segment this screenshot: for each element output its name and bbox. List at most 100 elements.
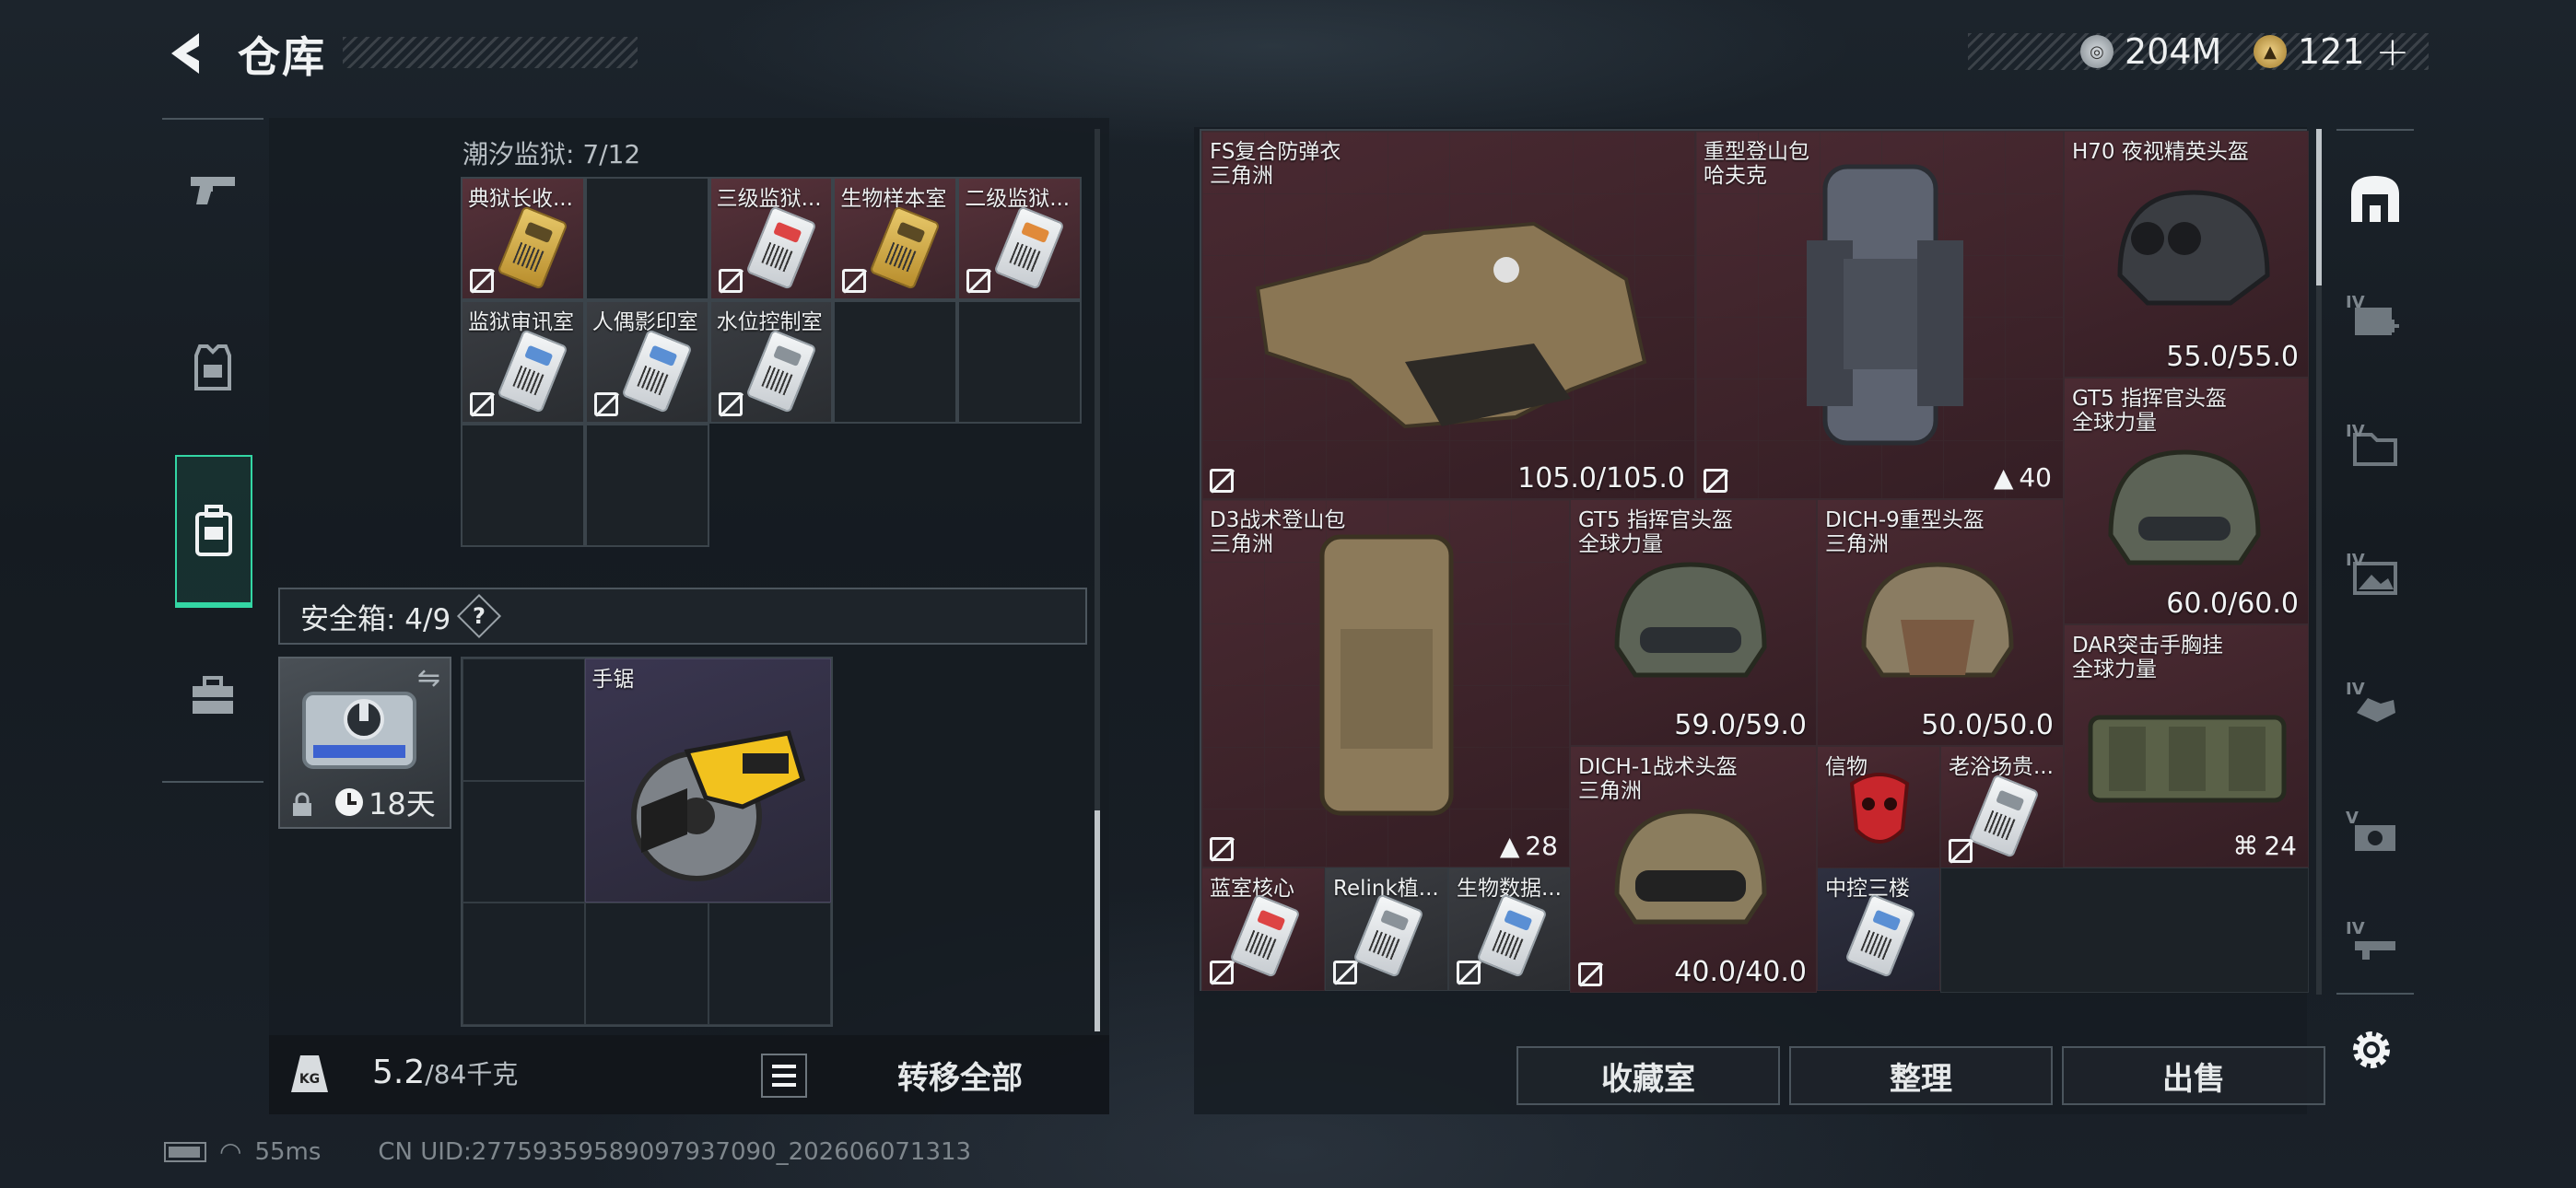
gear-iv-2-tab[interactable]: IV <box>2336 398 2414 499</box>
nav-toolbox[interactable] <box>162 632 263 761</box>
empty-slot[interactable] <box>461 424 585 547</box>
transfer-all-button[interactable]: 转移全部 <box>840 1048 1080 1101</box>
prison-item[interactable]: 水位控制室 <box>708 300 834 424</box>
weight-icon: KG <box>291 1055 328 1092</box>
gear-v-tab[interactable]: V <box>2336 785 2414 886</box>
weight-current: 5.2 <box>372 1054 426 1091</box>
backpack-item-icon <box>1807 164 1963 446</box>
item-name: 中控三楼 <box>1825 877 1910 901</box>
storage-item-keycard[interactable]: Relink植... <box>1325 868 1448 991</box>
weight-readout: 5.2/84千克 <box>372 1054 518 1091</box>
item-durability: 59.0/59.0 <box>1674 709 1807 741</box>
battery-icon <box>164 1141 206 1162</box>
nav-weapons[interactable] <box>162 125 263 254</box>
prison-item[interactable]: 人偶影印室 <box>584 300 709 424</box>
left-scroll-thumb[interactable] <box>1095 810 1100 1031</box>
capacity-icon: ▲ <box>1993 462 2014 493</box>
sell-button[interactable]: 出售 <box>2062 1046 2325 1105</box>
nav-equipment[interactable] <box>162 304 263 433</box>
prison-item[interactable]: 三级监狱... <box>708 177 834 300</box>
mask-icon <box>1849 773 1910 844</box>
item-capacity: ⌘ 24 <box>2232 831 2297 861</box>
help-button[interactable]: ? <box>457 593 502 639</box>
empty-slot[interactable] <box>463 780 586 903</box>
gear-iv-3-tab[interactable]: IV <box>2336 527 2414 628</box>
storage-item-keycard[interactable]: 中控三楼 <box>1817 868 1940 991</box>
empty-slot[interactable] <box>584 424 709 547</box>
empty-slot[interactable] <box>708 903 831 1025</box>
keycard-icon <box>993 205 1065 290</box>
storage-item-gt5-helmet[interactable]: GT5 指挥官头盔 全球力量 60.0/60.0 <box>2064 378 2309 624</box>
item-label: 生物样本室 <box>840 187 947 211</box>
silver-currency: ◎ 204M <box>2080 28 2221 76</box>
empty-slot[interactable] <box>957 300 1082 424</box>
storage-item-chest-rig[interactable]: DAR突击手胸挂 全球力量 ⌘ 24 <box>2064 624 2309 868</box>
gear-iv-4-tab[interactable]: IV <box>2336 656 2414 757</box>
storage-item-dich1-helmet[interactable]: DICH-1战术头盔 三角洲 40.0/40.0 <box>1570 746 1817 993</box>
item-durability: 55.0/55.0 <box>2166 341 2299 373</box>
bound-icon <box>1578 962 1602 986</box>
item-durability: 105.0/105.0 <box>1517 462 1685 495</box>
keycard-icon <box>497 205 568 290</box>
storage-item-heavy-backpack[interactable]: 重型登山包 哈夫克 ▲ 40 <box>1695 131 2064 499</box>
empty-slot[interactable] <box>463 658 586 781</box>
keycard-icon <box>1968 774 2040 858</box>
safe-box-container[interactable]: ⇋ 18天 <box>278 657 451 829</box>
storage-grid: FS复合防弹衣 三角洲 105.0/105.0 重型登山包 哈夫克 ▲ 40 H7… <box>1200 129 2309 993</box>
bound-icon <box>718 392 743 416</box>
status-footer: ◠ 55ms CN UID:27759359589097937090_20260… <box>164 1136 971 1167</box>
prison-item[interactable]: 监狱审讯室 <box>461 300 585 424</box>
hand-saw-item[interactable]: 手锯 <box>585 658 831 903</box>
back-arrow-icon <box>171 33 199 74</box>
settings-button[interactable] <box>2344 1022 2399 1077</box>
empty-slot[interactable] <box>1940 868 2309 993</box>
bound-icon <box>1333 961 1357 984</box>
gear-iv-1-tab[interactable]: IV <box>2336 269 2414 370</box>
storage-item-vest[interactable]: FS复合防弹衣 三角洲 105.0/105.0 <box>1201 131 1695 499</box>
empty-slot[interactable] <box>585 903 708 1025</box>
bound-icon <box>1949 839 1973 863</box>
prison-item[interactable]: 典狱长收... <box>461 177 585 300</box>
list-icon <box>772 1065 796 1068</box>
keycard-icon <box>1844 893 1916 978</box>
helmet-icon <box>2108 449 2261 565</box>
bound-icon <box>1210 837 1234 861</box>
empty-slot[interactable] <box>463 903 586 1025</box>
uid-text: CN UID:27759359589097937090_202606071313 <box>378 1137 972 1166</box>
storage-item-keycard[interactable]: 老浴场贵... <box>1940 746 2064 869</box>
storage-item-gt5-helmet[interactable]: GT5 指挥官头盔 全球力量 59.0/59.0 <box>1570 499 1817 746</box>
helmet-slot-tab[interactable] <box>2336 149 2414 250</box>
keycard-icon <box>1229 893 1301 978</box>
item-name: 蓝室核心 <box>1210 877 1294 901</box>
sort-button[interactable]: 整理 <box>1789 1046 2053 1105</box>
right-scroll-thumb[interactable] <box>2316 129 2322 285</box>
circular-saw-icon <box>631 730 806 881</box>
bound-icon <box>1210 961 1234 984</box>
storage-item-d3-backpack[interactable]: D3战术登山包 三角洲 ▲ 28 <box>1201 499 1570 868</box>
timer-text: 18天 <box>369 786 436 821</box>
swap-icon[interactable]: ⇋ <box>417 662 440 694</box>
storage-item-keycard[interactable]: 生物数据... <box>1448 868 1570 991</box>
storage-item-keycard[interactable]: 蓝室核心 <box>1201 868 1325 991</box>
empty-slot[interactable] <box>833 300 958 424</box>
storage-item-h70-helmet[interactable]: H70 夜视精英头盔 55.0/55.0 <box>2064 131 2309 378</box>
back-button[interactable] <box>162 28 214 79</box>
gear-iv-5-tab[interactable]: IV <box>2336 895 2414 996</box>
prison-item[interactable]: 生物样本室 <box>833 177 958 300</box>
prison-item[interactable]: 二级监狱... <box>957 177 1082 300</box>
gold-currency[interactable]: ▲ 121 + <box>2254 28 2409 76</box>
storage-item-token[interactable]: 信物 <box>1817 746 1940 869</box>
item-origin: 哈夫克 <box>1704 164 1767 188</box>
empty-slot[interactable] <box>584 177 709 300</box>
pistol-icon <box>191 177 235 204</box>
left-category-nav <box>162 118 263 783</box>
nav-backpack[interactable] <box>175 455 252 608</box>
list-view-button[interactable] <box>761 1054 807 1098</box>
page-title: 仓库 <box>238 32 326 82</box>
keycard-icon <box>621 329 693 413</box>
collection-room-button[interactable]: 收藏室 <box>1516 1046 1780 1105</box>
safe-box-header: 安全箱: 4/9 ? <box>278 588 1087 645</box>
keycard-icon <box>744 329 817 413</box>
add-currency-icon[interactable]: + <box>2376 29 2410 76</box>
storage-item-dich9-helmet[interactable]: DICH-9重型头盔 三角洲 50.0/50.0 <box>1817 499 2064 746</box>
